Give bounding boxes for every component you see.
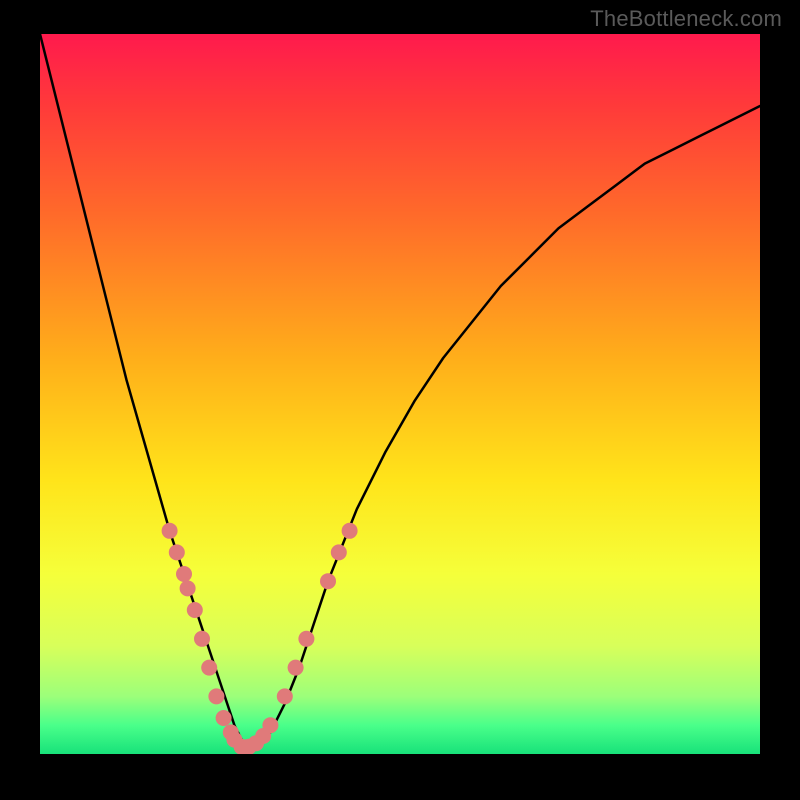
curve-layer (40, 34, 760, 754)
curve-marker (277, 688, 293, 704)
curve-marker (216, 710, 232, 726)
bottleneck-curve-path (40, 34, 760, 747)
curve-marker (208, 688, 224, 704)
curve-marker (169, 544, 185, 560)
curve-marker (162, 523, 178, 539)
curve-marker (288, 660, 304, 676)
curve-marker (176, 566, 192, 582)
curve-marker (342, 523, 358, 539)
plot-area (40, 34, 760, 754)
curve-marker (298, 631, 314, 647)
curve-marker (201, 660, 217, 676)
chart-frame: TheBottleneck.com (0, 0, 800, 800)
curve-marker (180, 580, 196, 596)
watermark: TheBottleneck.com (590, 6, 782, 32)
curve-marker (262, 717, 278, 733)
curve-marker (331, 544, 347, 560)
curve-marker (194, 631, 210, 647)
curve-marker (320, 573, 336, 589)
curve-marker (187, 602, 203, 618)
